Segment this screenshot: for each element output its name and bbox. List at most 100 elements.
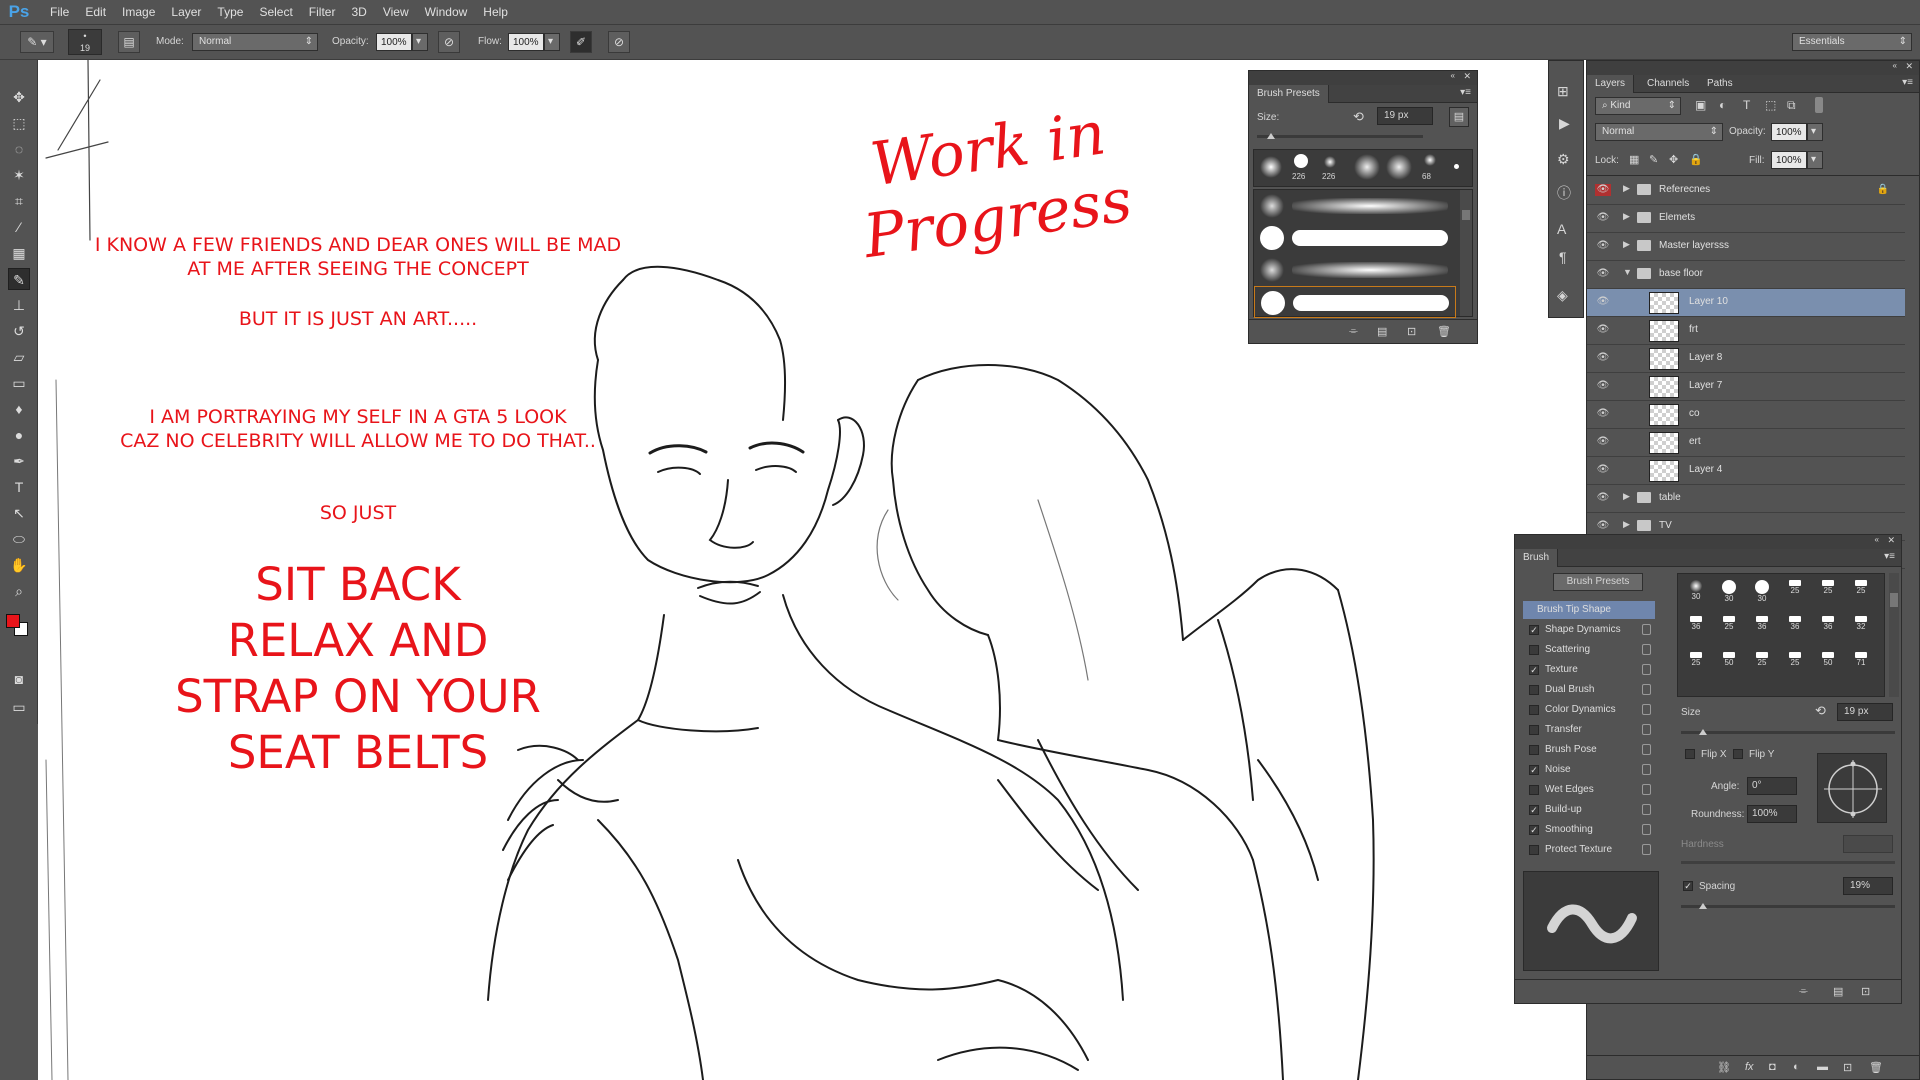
airbrush-button[interactable]: ✐: [570, 31, 592, 53]
visibility-eye-icon[interactable]: 👁: [1595, 464, 1611, 476]
expand-right-icon[interactable]: ▶: [1623, 211, 1630, 222]
hand-tool[interactable]: ✋: [8, 554, 30, 576]
brush-option-item[interactable]: Dual Brush: [1523, 681, 1655, 699]
brush-tip-cell[interactable]: 25: [1748, 650, 1776, 674]
brush-tip-cell[interactable]: 30: [1682, 578, 1710, 602]
gradient-tool[interactable]: ▭: [8, 372, 30, 394]
3d-cube-icon[interactable]: ◈: [1557, 287, 1568, 304]
size-slider-thumb[interactable]: [1267, 133, 1275, 139]
menu-window[interactable]: Window: [417, 0, 476, 24]
option-checkbox[interactable]: [1529, 705, 1539, 715]
dodge-tool[interactable]: ●: [8, 424, 30, 446]
trash-icon[interactable]: 🗑: [1869, 1061, 1883, 1074]
lock-icon[interactable]: [1642, 784, 1651, 795]
brush-option-item[interactable]: ✓ Build-up: [1523, 801, 1655, 819]
toggle-preview-icon[interactable]: ⌯: [1799, 985, 1808, 998]
adjustment-layer-icon[interactable]: ◐: [1793, 1061, 1800, 1073]
blend-mode-dropdown[interactable]: Normal ⇕: [1595, 123, 1723, 141]
mode-dropdown[interactable]: Normal ⇕: [192, 33, 318, 51]
visibility-eye-icon[interactable]: 👁: [1595, 212, 1611, 224]
new-layer-icon[interactable]: ⊡: [1843, 1061, 1852, 1074]
preset-tip[interactable]: [1294, 154, 1308, 168]
path-select-tool[interactable]: ↖: [8, 502, 30, 524]
reset-size-icon[interactable]: ⟲: [1353, 109, 1364, 125]
brush-option-item[interactable]: Wet Edges: [1523, 781, 1655, 799]
layer-row[interactable]: 👁 ▶ table: [1587, 485, 1905, 513]
layer-row[interactable]: 👁 ▼ base floor: [1587, 261, 1905, 289]
menu-view[interactable]: View: [375, 0, 417, 24]
close-icon[interactable]: ✕: [1905, 61, 1913, 72]
option-checkbox[interactable]: [1529, 685, 1539, 695]
brush-tip-cell[interactable]: 50: [1814, 650, 1842, 674]
eraser-tool[interactable]: ▱: [8, 346, 30, 368]
layer-filter-dropdown[interactable]: ⌕ Kind ⇕: [1595, 97, 1681, 115]
new-group-icon[interactable]: ▬: [1817, 1061, 1828, 1073]
trash-icon[interactable]: 🗑: [1437, 325, 1451, 338]
layer-row[interactable]: 👁 Layer 4: [1587, 457, 1905, 485]
expand-right-icon[interactable]: ▶: [1623, 491, 1630, 502]
preset-tip[interactable]: [1324, 156, 1336, 168]
lock-icon[interactable]: [1642, 724, 1651, 735]
pen-tool[interactable]: ✒: [8, 450, 30, 472]
menu-image[interactable]: Image: [114, 0, 163, 24]
lock-all-icon[interactable]: 🔒: [1689, 153, 1703, 166]
brush-tip-cell[interactable]: 32: [1847, 614, 1875, 638]
tip-size-slider-thumb[interactable]: [1699, 729, 1707, 735]
preset-tip[interactable]: [1454, 164, 1459, 169]
brush-tip-cell[interactable]: 36: [1682, 614, 1710, 638]
info-icon[interactable]: ⓘ: [1557, 183, 1571, 203]
tab-brush[interactable]: Brush: [1515, 549, 1559, 567]
option-checkbox[interactable]: ✓: [1529, 825, 1539, 835]
spacing-slider-thumb[interactable]: [1699, 903, 1707, 909]
add-mask-icon[interactable]: ◘: [1769, 1061, 1776, 1073]
lasso-tool[interactable]: ◌: [8, 138, 30, 160]
preset-tip[interactable]: [1354, 154, 1380, 180]
panel-titlebar[interactable]: « ✕: [1249, 71, 1477, 85]
foreground-color-swatch[interactable]: [6, 614, 20, 628]
lock-icon[interactable]: [1642, 764, 1651, 775]
spacing-slider[interactable]: [1681, 905, 1895, 908]
scrollbar[interactable]: [1460, 190, 1472, 316]
brush-tip-cell[interactable]: 30: [1715, 578, 1743, 603]
new-preset-icon[interactable]: ⊡: [1407, 325, 1416, 338]
flow-field[interactable]: 100%: [508, 33, 544, 51]
option-checkbox[interactable]: [1529, 785, 1539, 795]
filter-shape-icon[interactable]: ⬚: [1765, 98, 1776, 112]
layer-row[interactable]: 👁 co: [1587, 401, 1905, 429]
lock-icon[interactable]: [1642, 804, 1651, 815]
menu-edit[interactable]: Edit: [77, 0, 114, 24]
option-checkbox[interactable]: ✓: [1529, 625, 1539, 635]
tip-size-slider[interactable]: [1681, 731, 1895, 734]
move-tool[interactable]: ✥: [8, 86, 30, 108]
visibility-eye-icon[interactable]: 👁: [1595, 296, 1611, 308]
filter-type-icon[interactable]: T: [1743, 98, 1750, 112]
lock-transparency-icon[interactable]: ▦: [1629, 153, 1639, 166]
visibility-eye-icon[interactable]: 👁: [1595, 268, 1611, 280]
fill-field[interactable]: 100%: [1771, 151, 1807, 169]
brush-tip-cell[interactable]: 25: [1847, 578, 1875, 602]
lock-icon[interactable]: [1642, 704, 1651, 715]
roundness-field[interactable]: 100%: [1747, 805, 1797, 823]
tab-layers[interactable]: Layers: [1587, 75, 1635, 93]
brush-size-picker[interactable]: • 19: [68, 29, 102, 55]
collapse-icon[interactable]: «: [1875, 535, 1879, 544]
option-checkbox[interactable]: [1529, 745, 1539, 755]
lock-icon[interactable]: [1642, 844, 1651, 855]
expand-right-icon[interactable]: ▶: [1623, 239, 1630, 250]
menu-filter[interactable]: Filter: [301, 0, 344, 24]
filter-toggle[interactable]: [1815, 97, 1823, 113]
zoom-tool[interactable]: ⌕: [8, 580, 30, 602]
type-tool[interactable]: T: [8, 476, 30, 498]
collapse-icon[interactable]: «: [1451, 71, 1455, 80]
expand-right-icon[interactable]: ▶: [1623, 519, 1630, 530]
preset-stroke-item[interactable]: [1254, 222, 1456, 254]
workspace-dropdown[interactable]: Essentials ⇕: [1792, 33, 1912, 51]
layer-row[interactable]: 👁 ▶ Elemets: [1587, 205, 1905, 233]
brush-tip-cell[interactable]: 25: [1781, 650, 1809, 674]
menu-3d[interactable]: 3D: [343, 0, 374, 24]
lock-icon[interactable]: [1642, 824, 1651, 835]
visibility-eye-icon[interactable]: 👁: [1595, 324, 1611, 336]
layer-opacity-field[interactable]: 100%: [1771, 123, 1807, 141]
panel-menu-icon[interactable]: ▾≡: [1460, 87, 1471, 98]
crop-tool[interactable]: ⌗: [8, 190, 30, 212]
